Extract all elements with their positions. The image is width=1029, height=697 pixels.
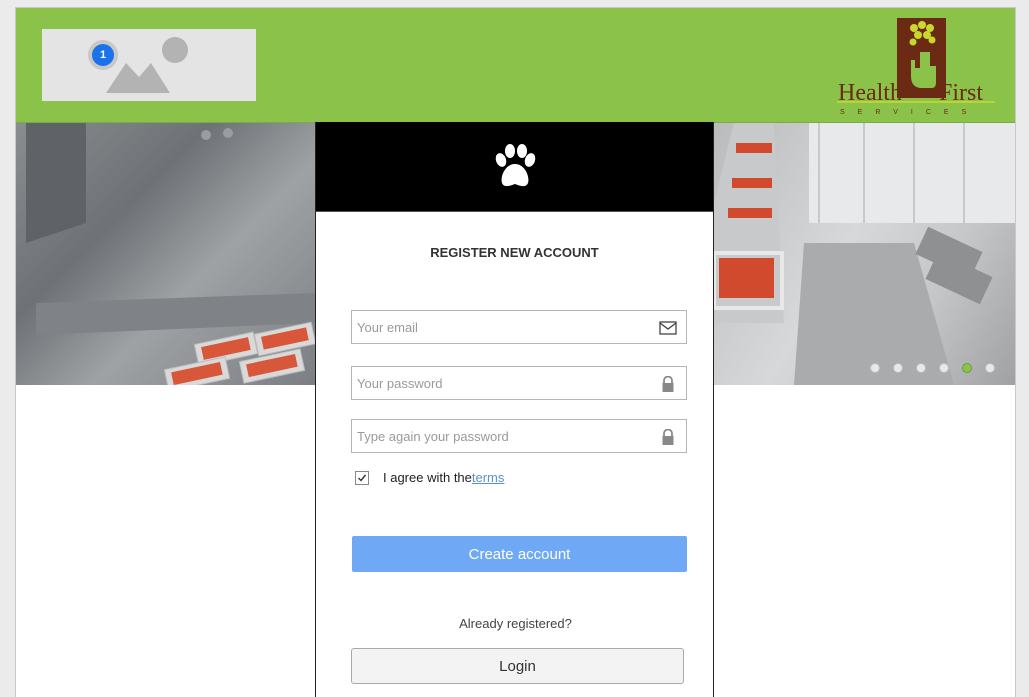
carousel-dot-active[interactable] [962,363,972,373]
carousel-image-left [16,123,317,385]
terms-link[interactable]: terms [472,470,505,485]
carousel-dot[interactable] [893,363,903,373]
email-field-wrapper [351,310,687,344]
password-field-wrapper [351,366,687,400]
email-field[interactable] [352,311,686,343]
image-placeholder-icon [106,37,188,93]
carousel-image-right [712,123,1015,385]
logo-word-first: First [939,80,983,106]
carousel-dot[interactable] [985,363,995,373]
production-line-illustration [26,123,317,385]
envelope-icon [659,321,677,335]
agree-checkbox[interactable] [355,470,369,485]
carousel-dot[interactable] [870,363,880,373]
logo-wordmark: Health First SERVICES [838,80,983,116]
packaging-line-illustration [712,123,1015,385]
agree-label: I agree with the [383,470,472,485]
logo-tagline: SERVICES [840,109,979,116]
paw-icon [495,143,535,186]
badge-count: 1 [92,44,114,66]
password-field[interactable] [352,367,686,399]
notification-badge[interactable]: 1 [88,40,118,70]
login-button[interactable]: Login [351,648,684,684]
carousel-dot[interactable] [939,363,949,373]
form-title: REGISTER NEW ACCOUNT [430,245,599,260]
logo-word-health: Health [838,80,902,106]
confirm-password-field-wrapper [351,419,687,453]
carousel-dot[interactable] [916,363,926,373]
lock-icon [662,376,674,392]
terms-agreement: I agree with the terms [355,470,504,485]
lock-icon [662,429,674,445]
header: 1 Health First SERVICES [16,8,1015,123]
image-placeholder: 1 [42,29,256,101]
panel-header [316,122,713,212]
already-registered-text: Already registered? [459,616,572,631]
confirm-password-field[interactable] [352,420,686,452]
create-account-button[interactable]: Create account [352,536,687,572]
carousel-dots [870,363,995,373]
health-first-logo: Health First SERVICES [836,16,1001,118]
register-panel: REGISTER NEW ACCOUNT I agree with theter… [315,122,714,697]
checkmark-icon [358,474,367,482]
